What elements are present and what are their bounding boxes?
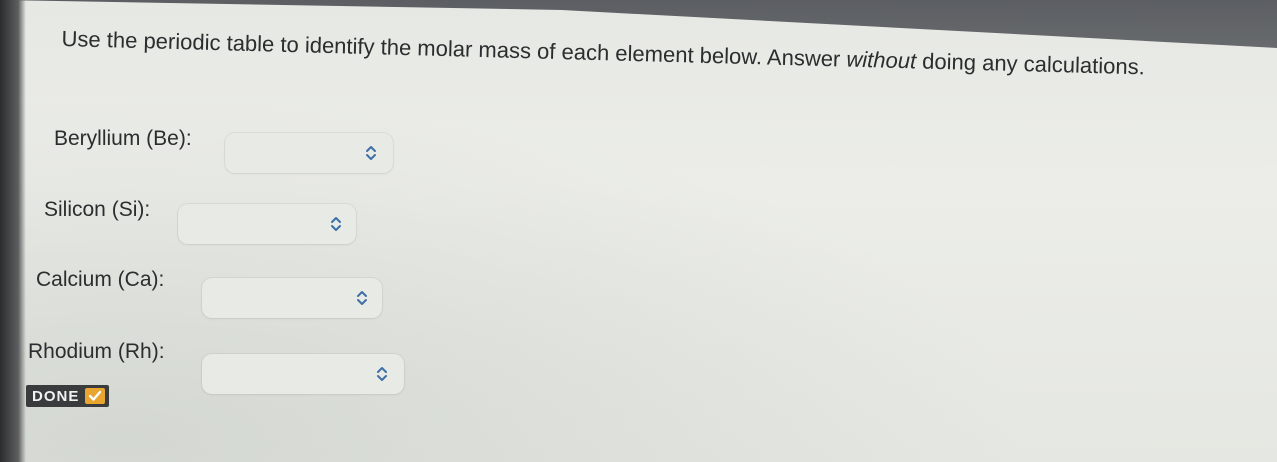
chevron-up-down-icon [377, 367, 387, 381]
silicon-molar-mass-dropdown[interactable] [178, 204, 356, 244]
element-label-silicon: Silicon (Si): [44, 198, 151, 221]
done-button-label: DONE [32, 387, 80, 405]
element-label-beryllium: Beryllium (Be): [54, 127, 192, 150]
element-row-beryllium: Beryllium (Be): [54, 127, 192, 151]
element-label-calcium: Calcium (Ca): [36, 268, 165, 291]
rhodium-molar-mass-dropdown[interactable] [202, 354, 404, 394]
chevron-up-down-icon [366, 146, 376, 160]
checkmark-icon [85, 388, 106, 404]
chevron-up-down-icon [331, 217, 341, 231]
element-row-silicon: Silicon (Si): [44, 198, 150, 222]
beryllium-molar-mass-dropdown[interactable] [225, 133, 393, 173]
prompt-italic-word: without [846, 46, 917, 74]
element-label-rhodium: Rhodium (Rh): [28, 340, 165, 363]
calcium-molar-mass-dropdown[interactable] [202, 278, 382, 318]
chevron-up-down-icon [357, 291, 367, 305]
prompt-text-end: doing any calculations. [915, 48, 1146, 80]
done-button[interactable]: DONE [26, 385, 110, 407]
element-row-rhodium: Rhodium (Rh): [28, 340, 165, 364]
screen-left-edge [0, 0, 26, 462]
element-row-calcium: Calcium (Ca): [36, 268, 164, 292]
